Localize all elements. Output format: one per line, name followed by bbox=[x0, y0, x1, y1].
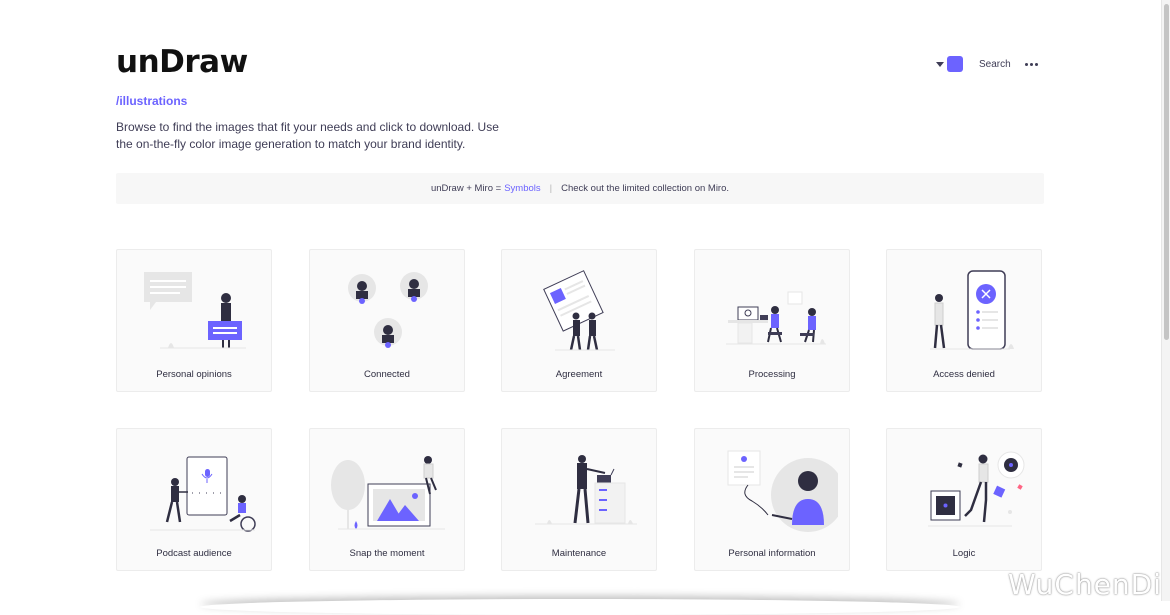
miro-banner: unDraw + Miro = Symbols | Check out the … bbox=[116, 173, 1044, 204]
maintenance-illustration bbox=[535, 455, 637, 525]
symbols-link[interactable]: Symbols bbox=[504, 183, 540, 194]
header-controls: Search bbox=[936, 55, 1038, 73]
agreement-illustration bbox=[543, 270, 615, 351]
intro-text: Browse to find the images that fit your … bbox=[116, 120, 499, 151]
page: unDraw /illustrations Browse to find the… bbox=[0, 0, 1162, 601]
illustration-card-agreement[interactable]: Agreement bbox=[501, 249, 657, 392]
illustration-card-connected[interactable]: Connected bbox=[309, 249, 465, 392]
illustration-card-podcast-audience[interactable]: Podcast audience bbox=[116, 428, 272, 571]
bottom-shadow bbox=[200, 599, 960, 615]
illustration-card-maintenance[interactable]: Maintenance bbox=[501, 428, 657, 571]
caret-down-icon[interactable] bbox=[936, 61, 944, 67]
search-button[interactable]: Search bbox=[979, 59, 1011, 70]
snap-the-moment-illustration bbox=[331, 456, 445, 530]
card-label: Logic bbox=[952, 548, 976, 559]
card-label: Maintenance bbox=[551, 548, 607, 559]
scrollbar-thumb[interactable] bbox=[1164, 4, 1169, 340]
illustration-card-snap-the-moment[interactable]: Snap the moment bbox=[309, 428, 465, 571]
access-denied-illustration bbox=[930, 270, 1014, 350]
illustration-card-processing[interactable]: Processing bbox=[694, 249, 850, 392]
illustration-card-logic[interactable]: Logic bbox=[886, 428, 1042, 571]
logic-illustration bbox=[928, 451, 1025, 527]
color-picker-swatch[interactable] bbox=[947, 56, 963, 72]
personal-information-illustration bbox=[727, 450, 838, 532]
processing-illustration bbox=[726, 291, 826, 345]
connected-illustration bbox=[348, 272, 428, 348]
card-label: Agreement bbox=[555, 369, 603, 380]
illustration-card-personal-information[interactable]: Personal information bbox=[694, 428, 850, 571]
watermark-text: WuChenDi bbox=[1007, 568, 1162, 601]
more-horizontal-icon[interactable] bbox=[1024, 62, 1038, 66]
card-label: Podcast audience bbox=[156, 548, 232, 559]
illustration-card-access-denied[interactable]: Access denied bbox=[886, 249, 1042, 392]
card-label: Snap the moment bbox=[349, 548, 425, 559]
illustrations-link[interactable]: /illustrations bbox=[116, 94, 187, 108]
personal-opinions-illustration bbox=[144, 272, 246, 349]
banner-separator: | bbox=[549, 183, 553, 194]
card-label: Processing bbox=[748, 369, 796, 380]
card-label: Personal information bbox=[728, 548, 816, 559]
illustration-card-personal-opinions[interactable]: Personal opinions bbox=[116, 249, 272, 392]
banner-prefix: unDraw + Miro = bbox=[430, 183, 502, 194]
podcast-audience-illustration bbox=[150, 456, 256, 532]
banner-text: Check out the limited collection on Miro… bbox=[561, 183, 730, 194]
scrollbar-track[interactable] bbox=[1161, 0, 1170, 601]
logo[interactable]: unDraw bbox=[116, 44, 248, 80]
card-label: Access denied bbox=[933, 369, 995, 380]
card-label: Connected bbox=[364, 369, 410, 380]
card-label: Personal opinions bbox=[156, 369, 232, 380]
